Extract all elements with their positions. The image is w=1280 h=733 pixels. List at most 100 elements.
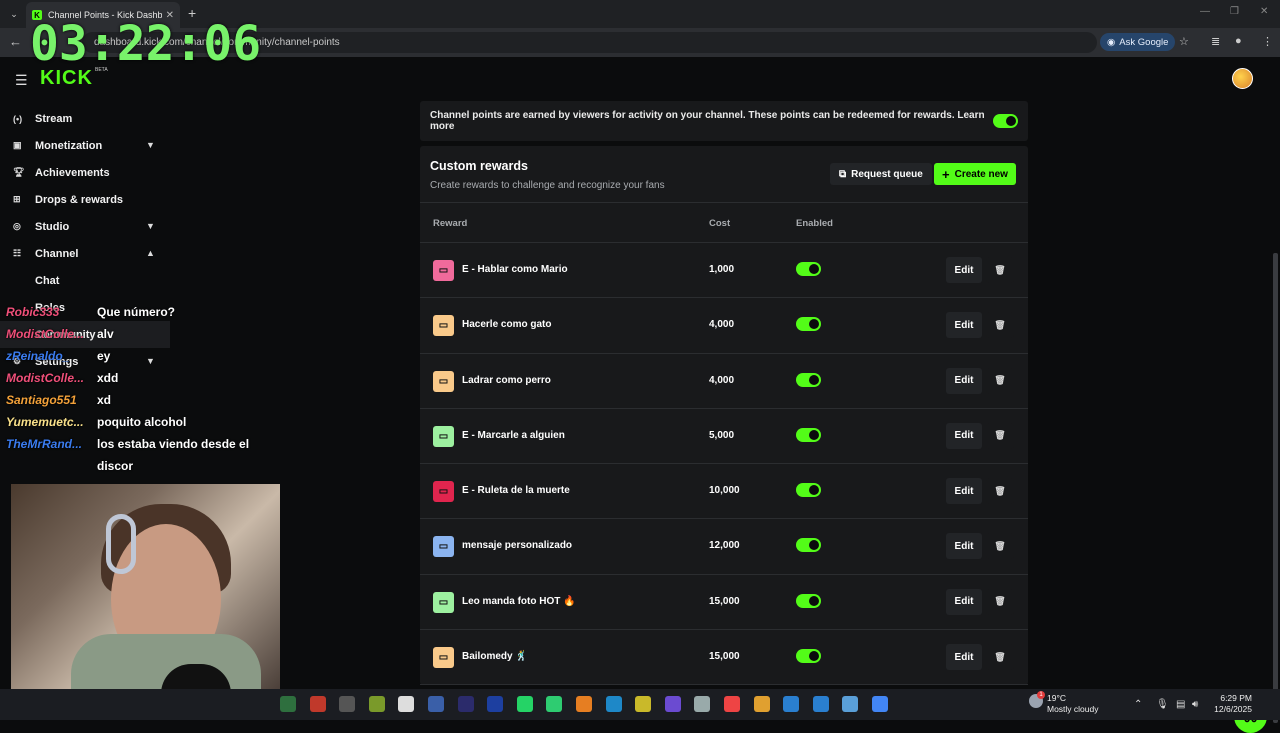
reward-enabled-toggle[interactable] [796, 593, 821, 608]
edit-reward-button[interactable]: Edit [946, 422, 982, 449]
reward-name: Hacerle como gato [462, 319, 552, 331]
chat-message: ModistColle... alv [0, 327, 280, 349]
app-icon[interactable] [605, 696, 622, 712]
chevron-up-icon[interactable]: ⌃ [1134, 699, 1142, 710]
bookmark-star-icon[interactable]: ☆ [1179, 35, 1189, 48]
app-icon[interactable] [842, 696, 859, 712]
chat-text: alv [97, 327, 114, 341]
trash-icon[interactable]: 🗑︎ [986, 312, 1014, 339]
hamburger-menu-icon[interactable]: ☰ [15, 72, 28, 89]
page-scrollbar[interactable] [1273, 253, 1278, 723]
network-icon[interactable]: ▤ [1176, 699, 1185, 710]
edit-reward-button[interactable]: Edit [946, 257, 982, 283]
weather-desc: Mostly cloudy [1047, 704, 1099, 714]
chat-text: Que número? [97, 305, 176, 319]
app-icon[interactable] [635, 696, 652, 712]
edit-reward-button[interactable]: Edit [946, 478, 982, 505]
sidebar-item-achievements[interactable]: 🏆︎ Achievements [0, 159, 170, 186]
volume-icon[interactable]: 🔊︎ [1192, 699, 1198, 710]
app-icon[interactable] [783, 696, 800, 712]
chat-username[interactable]: Yumemuetc... [6, 415, 84, 429]
app-icon[interactable] [457, 696, 474, 712]
whatsapp-icon[interactable] [516, 696, 533, 712]
trash-icon[interactable]: 🗑︎ [986, 533, 1014, 560]
create-new-button[interactable]: + Create new [934, 163, 1016, 185]
sidebar-item-stream[interactable]: (•) Stream [0, 105, 170, 132]
reward-enabled-toggle[interactable] [796, 262, 821, 276]
clock-time: 6:29 PM [1220, 693, 1252, 703]
user-avatar[interactable] [1232, 68, 1253, 89]
app-icon[interactable] [694, 696, 711, 712]
profile-icon[interactable]: ● [1235, 35, 1242, 47]
minimize-icon[interactable]: — [1200, 6, 1210, 17]
trash-icon[interactable]: 🗑︎ [986, 257, 1014, 283]
app-icon[interactable] [309, 696, 326, 712]
edit-reward-button[interactable]: Edit [946, 312, 982, 339]
reward-row: ▭ mensaje personalizado 12,000 Edit 🗑︎ [420, 519, 1028, 575]
chat-text: xd [97, 393, 112, 407]
reward-cost: 15,000 [709, 651, 740, 663]
reward-icon: ▭ [433, 536, 454, 558]
reward-row: ▭ Bailomedy 🕺 15,000 Edit 🗑︎ [420, 630, 1028, 686]
chat-username[interactable]: Robic333 [6, 305, 59, 319]
more-menu-icon[interactable]: ⋮ [1262, 35, 1273, 48]
app-icon[interactable] [576, 696, 592, 712]
sidebar-item-monetization[interactable]: ▣ Monetization ▼ [0, 132, 170, 159]
app-icon[interactable] [280, 696, 296, 712]
reward-enabled-toggle[interactable] [796, 649, 821, 664]
app-icon[interactable] [664, 696, 681, 712]
request-queue-button[interactable]: ⧉ Request queue [830, 163, 932, 185]
reward-enabled-toggle[interactable] [796, 538, 821, 553]
close-window-icon[interactable]: ✕ [1260, 6, 1268, 17]
edit-reward-button[interactable]: Edit [946, 533, 982, 560]
reward-enabled-toggle[interactable] [796, 372, 821, 387]
reward-enabled-toggle[interactable] [796, 483, 821, 498]
trash-icon[interactable]: 🗑︎ [986, 644, 1014, 671]
restore-icon[interactable]: ❐ [1230, 6, 1239, 17]
sidebar-item-channel[interactable]: ☷ Channel ▲ [0, 240, 170, 267]
chat-message: Yumemuetc... poquito alcohol [0, 415, 280, 437]
microphone-icon[interactable]: 🎙︎ [1156, 699, 1169, 710]
reward-icon: ▭ [433, 315, 454, 337]
sidebar-item-studio[interactable]: ◎ Studio ▼ [0, 213, 170, 240]
chat-username[interactable]: Santiago551 [6, 393, 77, 407]
app-icon[interactable] [398, 696, 415, 712]
weather-temp: 19°C [1047, 693, 1066, 703]
reading-list-icon[interactable]: ≣ [1211, 35, 1220, 48]
chat-username[interactable]: ModistColle... [6, 327, 84, 341]
reward-enabled-toggle[interactable] [796, 427, 821, 442]
rewards-table-header: Reward Cost Enabled [420, 203, 1028, 243]
panel-description: Create rewards to challenge and recogniz… [430, 180, 665, 191]
edit-reward-button[interactable]: Edit [946, 367, 982, 394]
app-icon[interactable] [546, 696, 563, 712]
column-enabled: Enabled [796, 218, 833, 229]
external-link-icon: ⧉ [839, 168, 847, 180]
app-icon[interactable] [428, 696, 444, 712]
chrome-icon[interactable] [872, 696, 888, 712]
sidebar-item-drops-rewards[interactable]: ⊞ Drops & rewards [0, 186, 170, 213]
reward-name: Ladrar como perro [462, 374, 551, 386]
edit-reward-button[interactable]: Edit [946, 588, 982, 615]
trash-icon[interactable]: 🗑︎ [986, 478, 1014, 505]
chat-username[interactable]: TheMrRand... [6, 437, 82, 451]
reward-enabled-toggle[interactable] [796, 317, 821, 332]
tab-search-icon[interactable]: ⌄ [6, 6, 22, 22]
trash-icon[interactable]: 🗑︎ [986, 367, 1014, 394]
trash-icon[interactable]: 🗑︎ [986, 422, 1014, 449]
back-arrow-icon[interactable]: ← [9, 34, 22, 49]
channel-points-toggle[interactable] [993, 114, 1018, 128]
app-icon[interactable] [339, 696, 356, 712]
app-icon[interactable] [753, 696, 770, 712]
app-icon[interactable] [487, 696, 504, 712]
chat-username[interactable]: zReinaldo_ [6, 349, 69, 363]
app-icon[interactable] [368, 696, 385, 712]
app-icon[interactable] [812, 696, 829, 712]
chat-username[interactable]: ModistColle... [6, 371, 84, 385]
ask-google-button[interactable]: ◉ Ask Google [1100, 33, 1176, 51]
sidebar-subitem-chat[interactable]: Chat [0, 267, 170, 294]
trash-icon[interactable]: 🗑︎ [986, 588, 1014, 615]
weather-widget[interactable]: 19°C Mostly cloudy [1047, 693, 1099, 715]
app-icon[interactable] [724, 696, 740, 712]
system-clock[interactable]: 6:29 PM 12/6/2025 [1212, 693, 1252, 715]
edit-reward-button[interactable]: Edit [946, 644, 982, 671]
